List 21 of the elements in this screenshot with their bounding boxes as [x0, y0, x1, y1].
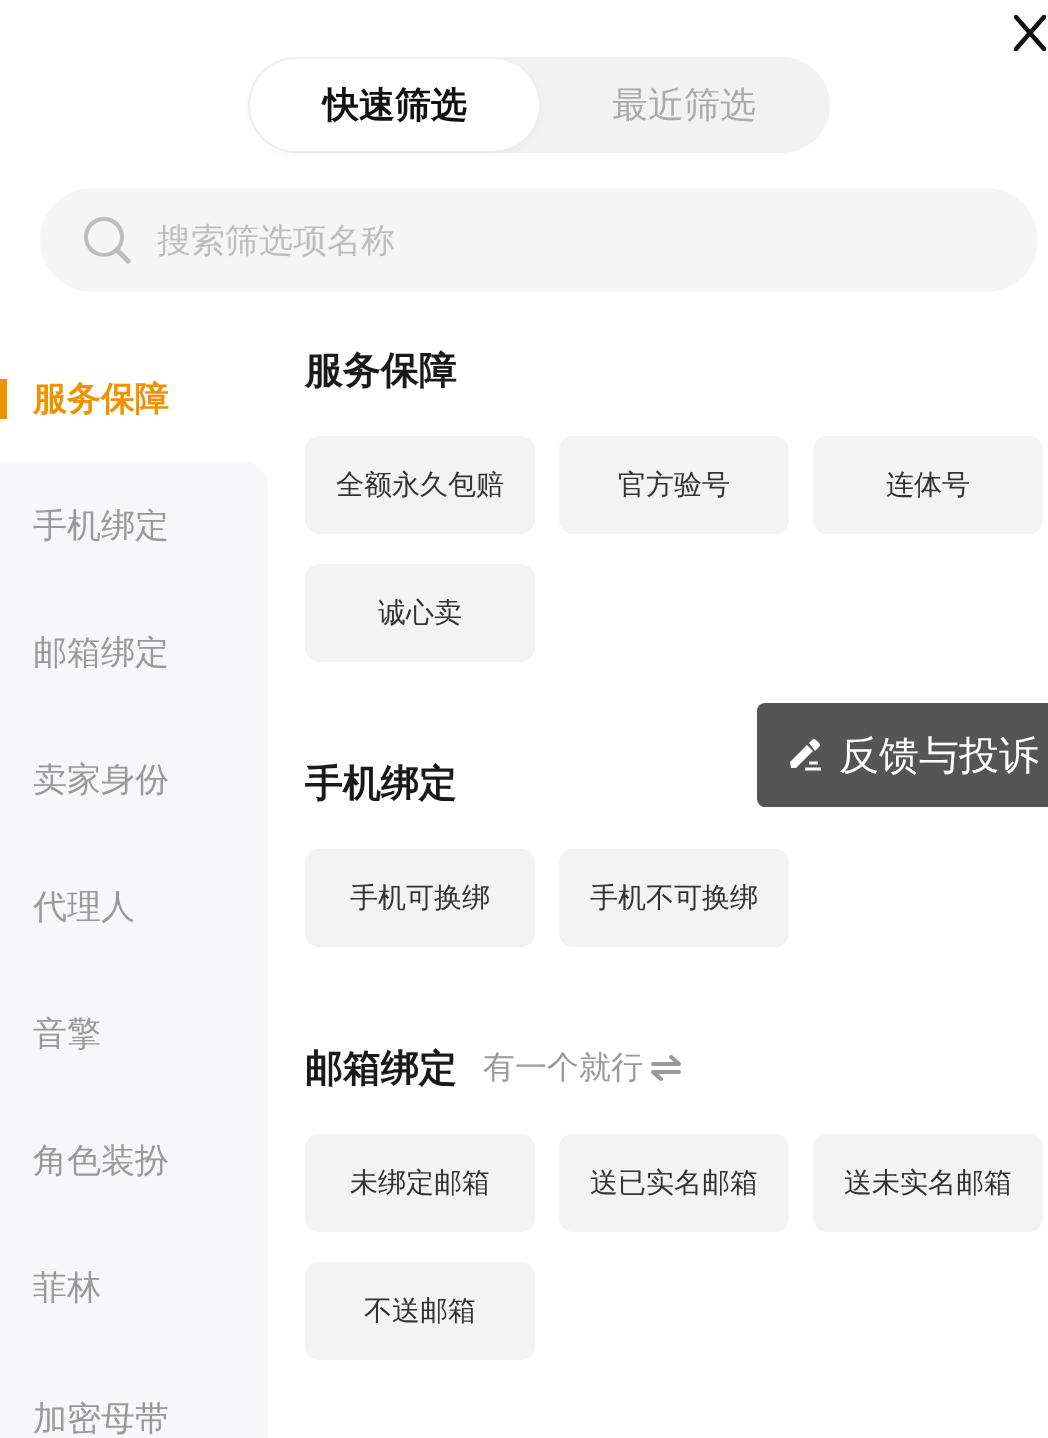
search-field[interactable]: 搜索筛选项名称 [40, 188, 1038, 292]
section-title: 邮箱绑定 [305, 1044, 457, 1092]
swap-icon[interactable] [651, 1055, 681, 1081]
section-hint: 有一个就行 [483, 1047, 643, 1088]
filter-option[interactable]: 不送邮箱 [305, 1262, 535, 1360]
filter-option[interactable]: 未绑定邮箱 [305, 1134, 535, 1232]
pencil-icon [787, 738, 823, 772]
section-title: 服务保障 [305, 346, 457, 394]
filter-option[interactable]: 官方验号 [559, 436, 789, 534]
tab[interactable]: 快速筛选 [250, 59, 539, 151]
section-title: 手机绑定 [305, 759, 457, 807]
search-icon [83, 216, 131, 264]
close-icon[interactable] [1014, 15, 1046, 51]
filter-option[interactable]: 送已实名邮箱 [559, 1134, 789, 1232]
filter-option[interactable]: 连体号 [813, 436, 1043, 534]
filter-option[interactable]: 诚心卖 [305, 564, 535, 662]
filter-option[interactable]: 手机可换绑 [305, 849, 535, 947]
filter-option[interactable]: 全额永久包赔 [305, 436, 535, 534]
filter-option[interactable]: 手机不可换绑 [559, 849, 789, 947]
feedback-button[interactable]: 反馈与投诉 [757, 703, 1048, 807]
filter-option[interactable]: 送未实名邮箱 [813, 1134, 1043, 1232]
